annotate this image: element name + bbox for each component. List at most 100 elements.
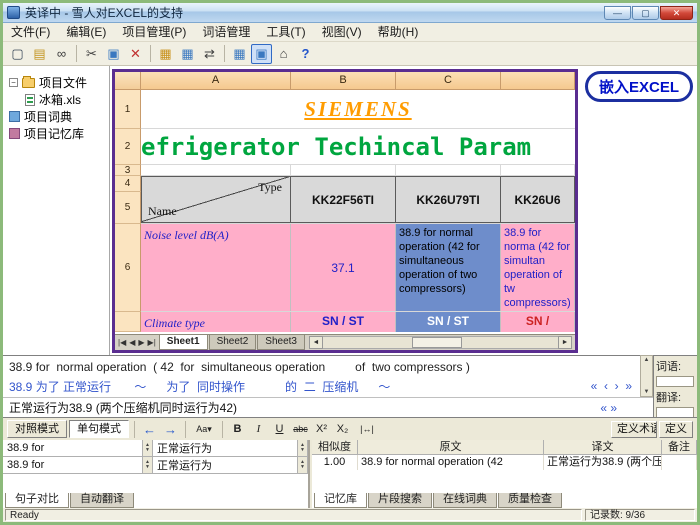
cell-model-1[interactable]: KK22F56TI (291, 176, 396, 223)
open-icon[interactable]: ▤ (29, 44, 50, 64)
bold-icon[interactable]: B (228, 420, 247, 438)
row-header-7[interactable] (115, 312, 141, 332)
sheet-first-icon[interactable]: |◀ (118, 338, 126, 347)
find-icon[interactable]: ∞ (51, 44, 72, 64)
minimize-button[interactable]: — (604, 6, 631, 20)
scroll-track[interactable] (323, 336, 558, 349)
underline-icon[interactable]: U (270, 420, 289, 438)
prev-segment-icon[interactable]: ← (140, 420, 159, 438)
define-more-button[interactable]: 定义 (659, 421, 693, 438)
cell-climate-label[interactable]: Climate type (141, 312, 291, 332)
header-note[interactable]: 备注 (662, 440, 697, 455)
tab-online-dictionary[interactable]: 在线词典 (433, 493, 497, 508)
delete-icon[interactable]: ✕ (125, 44, 146, 64)
compare-source-cell[interactable]: 38.9 for ▲▼ (3, 440, 153, 456)
cell-brand[interactable]: SIEMENS (304, 97, 411, 122)
compare-target-cell[interactable]: 正常运行为 ▲▼ (153, 440, 308, 456)
spinner[interactable]: ▲▼ (297, 457, 307, 473)
row-header-6[interactable]: 6 (115, 224, 141, 312)
tab-quality-check[interactable]: 质量检查 (498, 493, 562, 508)
spinner[interactable]: ▲▼ (142, 440, 152, 456)
column-header-d[interactable] (501, 72, 575, 90)
cell-climate-b[interactable]: SN / ST (291, 312, 396, 332)
dictionary-icon[interactable]: ▦ (155, 44, 176, 64)
tree-item-excel-file[interactable]: 冰箱.xls (3, 91, 109, 108)
define-term-button[interactable]: 定义术语 (611, 421, 657, 438)
row-header-4[interactable]: 4 (115, 176, 141, 192)
sheet-tab-2[interactable]: Sheet2 (209, 335, 257, 350)
menu-terms[interactable]: 词语管理 (194, 23, 258, 42)
tree-expander-icon[interactable]: − (9, 78, 18, 87)
memory-row[interactable]: 1.00 38.9 for normal operation (42 正常运行为… (312, 455, 697, 470)
tab-auto-translate[interactable]: 自动翻译 (70, 493, 134, 508)
spinner[interactable]: ▲▼ (297, 440, 307, 456)
scroll-right-icon[interactable]: ► (558, 336, 572, 349)
header-source[interactable]: 原文 (358, 440, 544, 455)
cell-model-2[interactable]: KK26U79TI (396, 176, 501, 223)
scroll-thumb[interactable] (412, 337, 462, 348)
tab-memory[interactable]: 记忆库 (314, 493, 367, 508)
row-header-1[interactable]: 1 (115, 90, 141, 129)
maximize-button[interactable]: ▢ (632, 6, 659, 20)
copy-icon[interactable]: ▣ (103, 44, 124, 64)
font-picker-icon[interactable]: Aa▾ (191, 420, 217, 438)
compare-mode-button[interactable]: 对照模式 (7, 420, 67, 438)
menu-edit[interactable]: 编辑(E) (58, 23, 114, 42)
cell-type-name-diagonal[interactable]: Type Name (141, 176, 291, 223)
cell-noise-label[interactable]: Noise level dB(A) (141, 224, 291, 311)
header-target[interactable]: 译文 (544, 440, 662, 455)
strikethrough-icon[interactable]: abc (291, 420, 310, 438)
cell-noise-d[interactable]: 38.9 for norma (42 for simultan operatio… (501, 224, 575, 311)
embed-excel-view-icon[interactable]: ▣ (251, 44, 272, 64)
next-segment-icon[interactable]: → (161, 420, 180, 438)
editor-nav-icons[interactable]: « » (600, 401, 617, 415)
row-header-2[interactable]: 2 (115, 129, 141, 165)
scroll-left-icon[interactable]: ◄ (309, 336, 323, 349)
word-input[interactable] (656, 376, 694, 387)
scroll-down-icon[interactable]: ▼ (644, 388, 650, 396)
grid-icon[interactable]: ▦ (229, 44, 250, 64)
close-button[interactable]: ✕ (660, 6, 693, 20)
menu-project[interactable]: 项目管理(P) (114, 23, 194, 42)
new-icon[interactable]: ▢ (7, 44, 28, 64)
row-header-5[interactable]: 5 (115, 192, 141, 224)
scroll-up-icon[interactable]: ▲ (644, 356, 650, 364)
excel-select-all-corner[interactable] (115, 72, 141, 90)
alignment-nav-icons[interactable]: « ‹ › » (591, 379, 632, 393)
tab-fragment-search[interactable]: 片段搜索 (368, 493, 432, 508)
italic-icon[interactable]: I (249, 420, 268, 438)
menu-file[interactable]: 文件(F) (3, 23, 58, 42)
cell-climate-d[interactable]: SN / (501, 312, 575, 332)
cell-noise-c-selected[interactable]: 38.9 for normal operation (42 for simult… (396, 224, 501, 311)
compare-target-cell[interactable]: 正常运行为 ▲▼ (153, 457, 308, 473)
translation-editor[interactable]: 正常运行为38.9 (两个压缩机同时运行为42) « » (3, 397, 653, 417)
column-header-b[interactable]: B (291, 72, 396, 90)
translation-text[interactable]: 正常运行为38.9 (两个压缩机同时运行为42) (9, 399, 600, 416)
cell-model-3[interactable]: KK26U6 (501, 176, 575, 223)
alignment-scrollbar[interactable]: ▲ ▼ (640, 355, 653, 397)
cell-noise-b[interactable]: 37.1 (291, 224, 396, 311)
column-header-c[interactable]: C (396, 72, 501, 90)
memory-icon[interactable]: ▦ (177, 44, 198, 64)
compare-source-cell[interactable]: 38.9 for ▲▼ (3, 457, 153, 473)
fit-width-icon[interactable]: |↔| (354, 420, 380, 438)
cell-climate-c-selected[interactable]: SN / ST (396, 312, 501, 332)
help-icon[interactable]: ? (295, 44, 316, 64)
cut-icon[interactable]: ✂ (81, 44, 102, 64)
menu-help[interactable]: 帮助(H) (370, 23, 427, 42)
swap-icon[interactable]: ⇄ (199, 44, 220, 64)
single-sentence-mode-button[interactable]: 单句模式 (69, 420, 129, 438)
home-icon[interactable]: ⌂ (273, 44, 294, 64)
column-header-a[interactable]: A (141, 72, 291, 90)
tab-sentence-compare[interactable]: 句子对比 (5, 493, 69, 508)
sheet-next-icon[interactable]: ▶ (138, 338, 144, 347)
menu-view[interactable]: 视图(V) (314, 23, 370, 42)
header-similarity[interactable]: 相似度 (312, 440, 358, 455)
menu-tools[interactable]: 工具(T) (258, 23, 313, 42)
sheet-tab-3[interactable]: Sheet3 (257, 335, 305, 350)
sheet-prev-icon[interactable]: ◀ (129, 338, 135, 347)
subscript-icon[interactable]: X₂ (333, 420, 352, 438)
spinner[interactable]: ▲▼ (142, 457, 152, 473)
sheet-tab-1[interactable]: Sheet1 (159, 335, 208, 350)
superscript-icon[interactable]: X² (312, 420, 331, 438)
